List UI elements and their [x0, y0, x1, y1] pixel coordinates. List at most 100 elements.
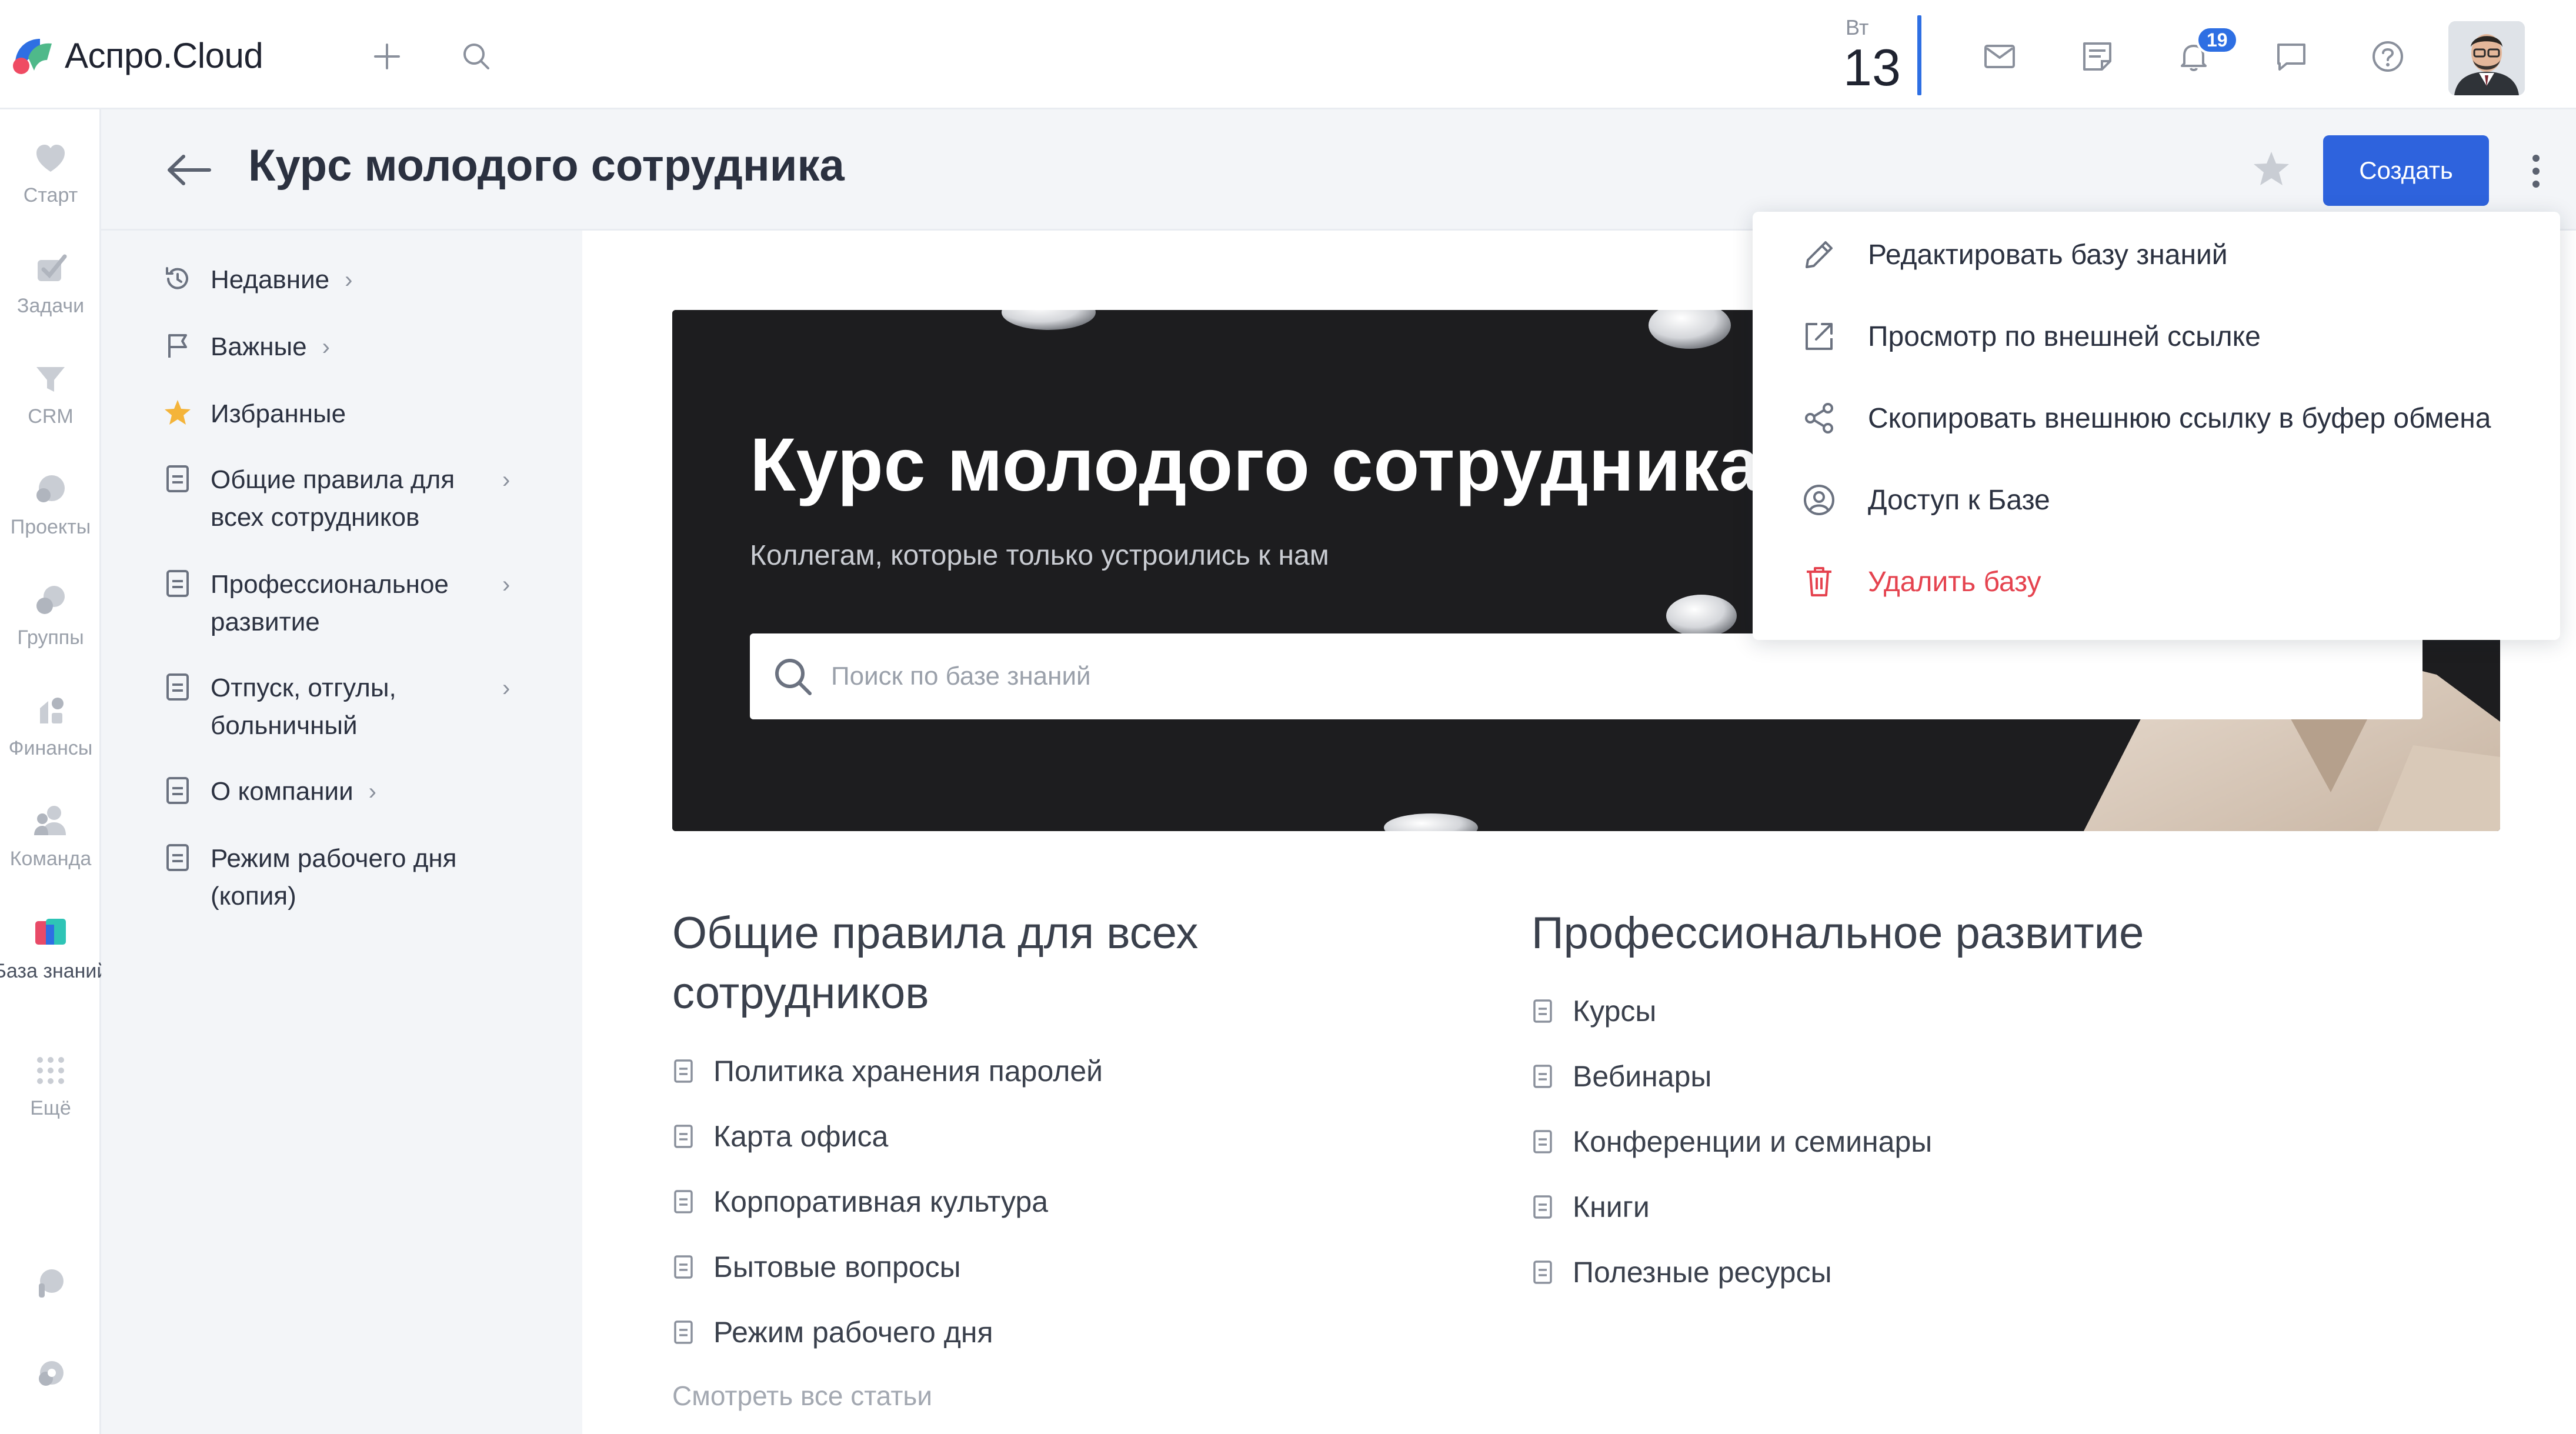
- document-icon: [1533, 1260, 1552, 1284]
- app-logo[interactable]: Аспро.Cloud: [11, 34, 263, 76]
- menu-item-label: Просмотр по внешней ссылке: [1868, 321, 2261, 352]
- chevron-right-icon: ›: [502, 675, 510, 701]
- menu-item-edit-knowledge-base[interactable]: Редактировать базу знаний: [1800, 235, 2228, 274]
- document-icon: [1533, 1065, 1552, 1088]
- knowledge-base-icon: [35, 919, 66, 945]
- plus-icon[interactable]: [367, 36, 407, 76]
- menu-item-label: Редактировать базу знаний: [1868, 239, 2228, 271]
- article-title: Полезные ресурсы: [1573, 1256, 1832, 1289]
- mail-icon[interactable]: [1980, 36, 2020, 76]
- support-icon: [39, 1269, 64, 1298]
- page-title: Курс молодого сотрудника: [248, 141, 845, 191]
- star-icon: [2254, 152, 2289, 185]
- article-link[interactable]: Карта офиса: [672, 1119, 888, 1153]
- rail-item-crm[interactable]: CRM: [0, 356, 101, 428]
- rail-label: CRM: [28, 405, 74, 428]
- rail-label: База знаний: [0, 960, 108, 982]
- document-icon: [1533, 999, 1552, 1023]
- article-title: Режим рабочего дня: [713, 1316, 993, 1349]
- rail-item-tasks[interactable]: Задачи: [0, 246, 101, 318]
- nav-item-favorites[interactable]: Избранные: [160, 395, 346, 433]
- menu-item-delete-base[interactable]: Удалить базу: [1800, 562, 2041, 601]
- rail-item-knowledge-base[interactable]: База знаний: [0, 911, 108, 983]
- knowledge-search-box[interactable]: [750, 633, 2422, 719]
- nav-label: Общие правила для всех сотрудников: [211, 465, 455, 532]
- help-icon[interactable]: [2368, 36, 2408, 76]
- date-weekday: Вт: [1846, 15, 1869, 39]
- article-title: Конференции и семинары: [1573, 1125, 1933, 1158]
- favorite-button[interactable]: [2248, 146, 2295, 193]
- trash-icon: [1807, 567, 1831, 596]
- document-icon: [674, 1125, 693, 1148]
- share-icon: [1805, 403, 1833, 433]
- article-link[interactable]: Конференции и семинары: [1531, 1125, 1932, 1159]
- rail-label: Старт: [23, 184, 78, 206]
- date-widget[interactable]: Вт 13: [1835, 15, 1927, 96]
- article-link[interactable]: Корпоративная культура: [672, 1185, 1048, 1219]
- chevron-right-icon: ›: [502, 572, 510, 598]
- document-icon: [160, 669, 195, 705]
- section-title-general-rules[interactable]: Общие правила для всех сотрудников: [672, 903, 1319, 1023]
- nav-label: Профессиональное развитие: [211, 570, 449, 636]
- article-title: Книги: [1573, 1190, 1650, 1223]
- rail-item-projects[interactable]: Проекты: [0, 467, 101, 539]
- rail-item-groups[interactable]: Группы: [0, 578, 101, 649]
- nav-label: Недавние: [211, 265, 330, 294]
- document-icon: [1533, 1130, 1552, 1153]
- rail-label: Проекты: [10, 516, 91, 538]
- section-title-professional-development[interactable]: Профессиональное развитие: [1531, 903, 2355, 963]
- search-icon[interactable]: [456, 36, 496, 76]
- rail-item-finance[interactable]: Финансы: [0, 688, 101, 760]
- arrow-left-icon: [168, 155, 211, 185]
- rail-label: Финансы: [8, 737, 93, 759]
- search-input[interactable]: [831, 657, 2360, 696]
- document-icon: [674, 1255, 693, 1279]
- article-link[interactable]: Вебинары: [1531, 1059, 1711, 1093]
- nav-item-recent[interactable]: Недавние ›: [160, 261, 352, 299]
- back-button[interactable]: [160, 144, 219, 196]
- rail-item-support[interactable]: [0, 1261, 101, 1306]
- rail-item-start[interactable]: Старт: [0, 135, 101, 207]
- user-avatar[interactable]: [2448, 21, 2525, 95]
- chevron-right-icon: ›: [502, 467, 510, 493]
- article-link[interactable]: Бытовые вопросы: [672, 1250, 961, 1284]
- article-title: Политика хранения паролей: [713, 1055, 1103, 1088]
- nav-item-general-rules[interactable]: Общие правила для всех сотрудников ›: [160, 461, 510, 536]
- rail-item-team[interactable]: Команда: [0, 799, 101, 871]
- rail-label: Ещё: [30, 1097, 71, 1119]
- rail-item-more[interactable]: Ещё: [0, 1048, 101, 1120]
- chevron-right-icon: ›: [368, 779, 376, 805]
- notes-icon[interactable]: [2077, 36, 2117, 76]
- article-title: Вебинары: [1573, 1060, 1712, 1093]
- more-grid-icon: [37, 1057, 64, 1084]
- nav-item-professional-development[interactable]: Профессиональное развитие ›: [160, 566, 510, 641]
- menu-item-copy-external-link[interactable]: Скопировать внешнюю ссылку в буфер обмен…: [1800, 399, 2491, 438]
- nav-item-work-mode-copy[interactable]: Режим рабочего дня (копия): [160, 840, 505, 915]
- article-title: Курсы: [1573, 995, 1657, 1028]
- menu-item-access[interactable]: Доступ к Базе: [1800, 481, 2050, 519]
- rail-label: Группы: [17, 626, 84, 649]
- document-icon: [160, 461, 195, 496]
- nav-item-about-company[interactable]: О компании ›: [160, 773, 376, 811]
- document-icon: [160, 840, 195, 875]
- article-link[interactable]: Режим рабочего дня: [672, 1315, 993, 1349]
- see-all-articles-link[interactable]: Смотреть все статьи: [672, 1380, 932, 1412]
- rail-label: Команда: [9, 848, 92, 870]
- nav-item-important[interactable]: Важные ›: [160, 328, 330, 366]
- article-link[interactable]: Политика хранения паролей: [672, 1054, 1103, 1088]
- article-link[interactable]: Полезные ресурсы: [1531, 1255, 1832, 1289]
- menu-item-view-external-link[interactable]: Просмотр по внешней ссылке: [1800, 317, 2261, 356]
- article-title: Бытовые вопросы: [713, 1250, 961, 1283]
- nav-item-vacation[interactable]: Отпуск, отгулы, больничный ›: [160, 669, 510, 745]
- star-icon: [160, 395, 195, 431]
- date-divider: [1917, 15, 1921, 95]
- create-button[interactable]: Создать: [2323, 135, 2489, 206]
- menu-item-label: Скопировать внешнюю ссылку в буфер обмен…: [1868, 402, 2491, 434]
- top-bar: Аспро.Cloud Вт 13 19: [0, 0, 2576, 109]
- chat-icon[interactable]: [2271, 36, 2311, 76]
- more-options-icon[interactable]: [2518, 145, 2554, 198]
- article-link[interactable]: Книги: [1531, 1190, 1650, 1224]
- logo-icon: [13, 39, 52, 74]
- article-link[interactable]: Курсы: [1531, 994, 1656, 1028]
- rail-item-settings[interactable]: [0, 1352, 101, 1396]
